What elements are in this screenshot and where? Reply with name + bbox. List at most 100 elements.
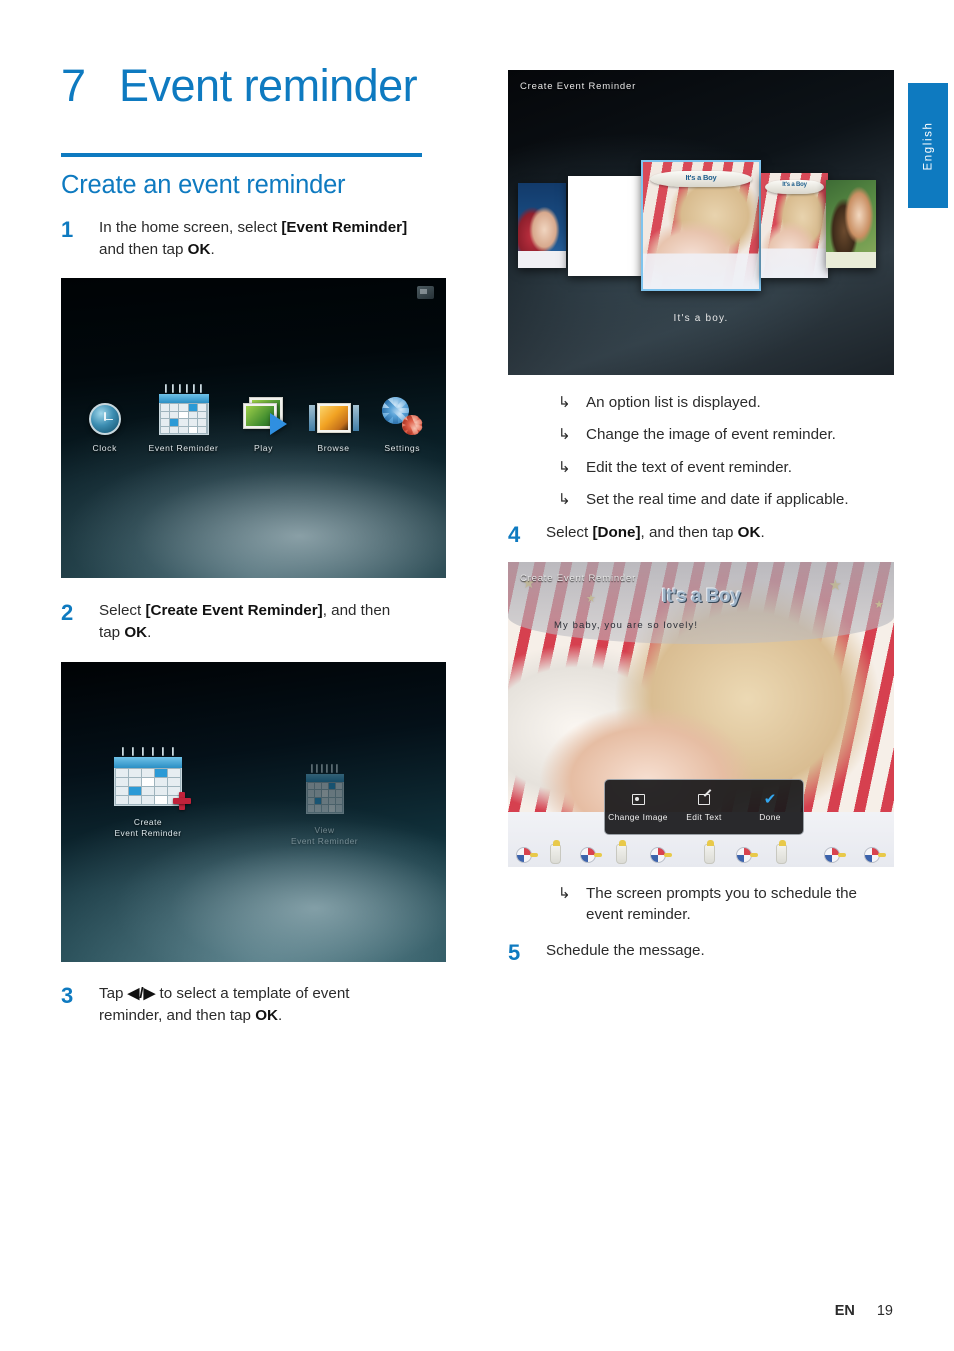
bullet-list-options: ↳ An option list is displayed. ↳ Change … xyxy=(508,392,894,510)
left-column: 7 Event reminder Create an event reminde… xyxy=(61,60,451,1026)
step-2: 2 Select [Create Event Reminder], and th… xyxy=(61,600,451,643)
bullet-text: Set the real time and date if applicable… xyxy=(586,490,849,508)
left-right-arrow-icon: ◀/▶ xyxy=(127,984,156,1002)
change-image-icon xyxy=(631,793,645,807)
screenshot-template-carousel: Create Event Reminder It's a Boy It's a … xyxy=(508,70,894,375)
template-banner-text-2: It's a Boy xyxy=(782,182,807,189)
step-1-text-ok: OK xyxy=(187,240,211,258)
option-bar: Change Image Edit Text ✔ Done xyxy=(604,779,804,836)
screenshot-event-reminder-options: ★ ★ ★ ★ It's a Boy Create Event Reminder… xyxy=(508,562,894,868)
bullet-item: ↳ Set the real time and date if applicab… xyxy=(508,489,894,510)
section-title: Create an event reminder xyxy=(61,171,346,199)
calendar-plus-icon xyxy=(114,746,191,810)
step-1-text: In the home screen, select [Event Remind… xyxy=(99,217,414,260)
template-thumb-christmas[interactable] xyxy=(518,183,566,268)
template-caption: It's a boy. xyxy=(673,313,729,324)
template-carousel[interactable]: It's a Boy It's a Boy xyxy=(508,70,894,375)
step-2-text-a: Select xyxy=(99,602,146,620)
template-thumb-its-a-boy-2[interactable]: It's a Boy xyxy=(761,173,828,278)
rattle-icon xyxy=(824,847,846,864)
step-2-text-bold: [Create Event Reminder] xyxy=(145,602,323,620)
step-4-number: 4 xyxy=(508,522,521,548)
create-label-line1: Create xyxy=(133,816,163,827)
step-1-text-a: In the home screen, select xyxy=(99,219,282,236)
bullet-item: ↳ An option list is displayed. xyxy=(508,392,894,413)
step-4-text-e: . xyxy=(760,524,765,542)
footer-language-code: EN xyxy=(834,1303,855,1319)
rattle-icon xyxy=(516,847,538,864)
manual-page: English 7 Event reminder Create an event… xyxy=(0,0,954,1351)
language-tab: English xyxy=(908,83,948,208)
step-3-text-e: . xyxy=(277,1006,283,1024)
screenshot-home-screen: Clock Event Reminder Play Browse Setting… xyxy=(61,278,446,579)
bottle-icon xyxy=(550,840,561,865)
bottle-icon xyxy=(776,840,787,865)
home-item-settings[interactable]: Settings xyxy=(381,373,424,453)
play-icon xyxy=(241,373,287,436)
arrow-icon: ↳ xyxy=(558,426,571,444)
calendar-icon xyxy=(291,763,358,814)
arrow-icon: ↳ xyxy=(558,394,571,411)
step-5: 5 Schedule the message. xyxy=(508,940,894,966)
chapter-title: Event reminder xyxy=(119,60,418,111)
sd-card-icon xyxy=(417,286,434,300)
step-4-text-bold: [Done] xyxy=(592,524,641,542)
step-5-text: Schedule the message. xyxy=(546,941,705,959)
step-2-text: Select [Create Event Reminder], and then… xyxy=(99,600,414,643)
step-4-text-ok: OK xyxy=(737,524,761,542)
step-1-text-d: and then tap xyxy=(99,240,188,258)
home-item-settings-label: Settings xyxy=(384,443,421,454)
step-1-text-bold2: Reminder] xyxy=(332,219,408,236)
create-event-reminder-tile[interactable]: Create Event Reminder xyxy=(114,746,191,840)
option-done-label: Done xyxy=(759,811,781,822)
home-item-event-reminder[interactable]: Event Reminder xyxy=(148,373,218,453)
step-4: 4 Select [Done], and then tap OK. xyxy=(508,522,894,548)
settings-gears-icon xyxy=(381,373,424,436)
step-4-text-c: , and then tap xyxy=(640,524,738,542)
page-footer: EN 19 xyxy=(835,1303,893,1319)
screenshot-done-title: Create Event Reminder xyxy=(520,573,637,585)
bullet-list-prompt: ↳ The screen prompts you to schedule the… xyxy=(508,883,894,926)
option-change-image-label: Change Image xyxy=(608,811,668,822)
option-done[interactable]: ✔ Done xyxy=(737,780,803,834)
right-column: Create Event Reminder It's a Boy It's a … xyxy=(508,70,894,966)
step-1-number: 1 xyxy=(61,217,74,242)
arrow-icon: ↳ xyxy=(558,490,571,508)
clock-icon xyxy=(83,373,126,436)
home-item-browse-label: Browse xyxy=(317,443,350,454)
step-3-text-a: Tap xyxy=(99,984,128,1002)
view-label-line2: Event Reminder xyxy=(291,836,359,847)
photo-message-text: My baby, you are so lovely! xyxy=(554,620,699,632)
bullet-item: ↳ The screen prompts you to schedule the… xyxy=(508,883,894,926)
home-icon-row: Clock Event Reminder Play Browse Setting… xyxy=(61,373,446,453)
home-item-browse[interactable]: Browse xyxy=(308,373,359,454)
footer-page-number: 19 xyxy=(876,1303,893,1319)
screenshot-template-title: Create Event Reminder xyxy=(520,81,637,92)
step-1-text-bold1: [Event xyxy=(281,219,328,236)
home-item-clock-label: Clock xyxy=(92,443,117,454)
heading-rule xyxy=(61,153,422,157)
create-event-reminder-label: Create Event Reminder xyxy=(114,817,182,840)
bullet-text: Change the image of event reminder. xyxy=(586,426,836,444)
chapter-heading: 7 Event reminder xyxy=(61,60,451,112)
language-tab-label: English xyxy=(922,121,935,170)
check-icon: ✔ xyxy=(763,791,777,809)
rattle-icon xyxy=(650,847,672,864)
view-event-reminder-tile[interactable]: View Event Reminder xyxy=(291,763,359,848)
home-item-play[interactable]: Play xyxy=(241,373,287,453)
rattle-icon xyxy=(864,847,886,864)
bottle-icon xyxy=(616,840,627,865)
option-change-image[interactable]: Change Image xyxy=(605,780,671,834)
option-edit-text[interactable]: Edit Text xyxy=(671,780,737,834)
step-4-text-a: Select xyxy=(546,524,593,542)
home-item-play-label: Play xyxy=(253,443,274,454)
plus-icon xyxy=(173,791,191,810)
template-thumb-its-a-boy-selected[interactable]: It's a Boy xyxy=(641,160,761,291)
step-5-number: 5 xyxy=(508,939,521,965)
step-2-text-e: . xyxy=(147,624,152,642)
home-item-clock[interactable]: Clock xyxy=(83,373,126,453)
template-thumb-blank[interactable] xyxy=(568,176,643,276)
step-1-text-f: . xyxy=(210,240,215,258)
template-thumb-party[interactable] xyxy=(826,180,876,268)
view-label-line1: View xyxy=(314,824,335,835)
